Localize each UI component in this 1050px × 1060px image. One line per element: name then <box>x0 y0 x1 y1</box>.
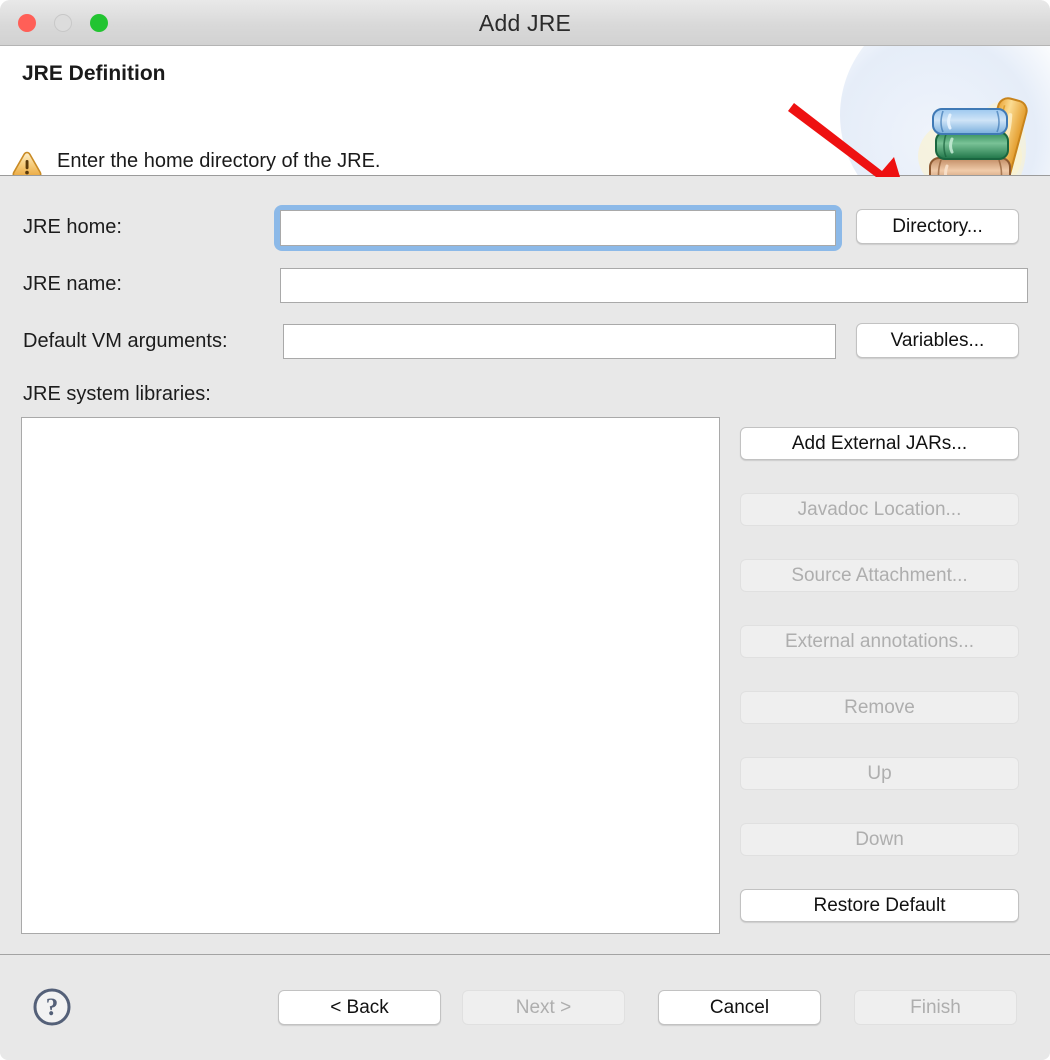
back-button[interactable]: < Back <box>278 990 441 1025</box>
page-title: JRE Definition <box>22 62 166 85</box>
jre-home-input[interactable] <box>280 210 836 246</box>
system-libraries-list[interactable] <box>21 417 720 934</box>
svg-text:?: ? <box>46 994 59 1021</box>
question-mark-icon[interactable]: ? <box>32 987 72 1032</box>
window-title: Add JRE <box>478 10 572 36</box>
jre-name-input[interactable] <box>280 268 1028 303</box>
cancel-button[interactable]: Cancel <box>658 990 821 1025</box>
move-down-button: Down <box>740 823 1019 856</box>
header-message: Enter the home directory of the JRE. <box>57 150 381 172</box>
books-icon <box>914 90 1038 175</box>
remove-button: Remove <box>740 691 1019 724</box>
move-up-button: Up <box>740 757 1019 790</box>
next-button: Next > <box>462 990 625 1025</box>
jre-name-label: JRE name: <box>23 273 122 295</box>
add-jre-dialog: Add JRE JRE Definition Enter the home di… <box>0 0 1050 1060</box>
vm-arguments-label: Default VM arguments: <box>23 330 228 352</box>
source-attachment-button: Source Attachment... <box>740 559 1019 592</box>
restore-default-button[interactable]: Restore Default <box>740 889 1019 922</box>
window-titlebar: Add JRE <box>0 0 1050 46</box>
vm-arguments-input[interactable] <box>283 324 836 359</box>
directory-button[interactable]: Directory... <box>856 209 1019 244</box>
dialog-header: JRE Definition Enter the home directory … <box>0 46 1050 176</box>
variables-button[interactable]: Variables... <box>856 323 1019 358</box>
finish-button: Finish <box>854 990 1017 1025</box>
warning-icon <box>11 150 43 175</box>
external-annotations-button: External annotations... <box>740 625 1019 658</box>
add-external-jars-button[interactable]: Add External JARs... <box>740 427 1019 460</box>
system-libraries-label: JRE system libraries: <box>23 383 211 405</box>
javadoc-location-button: Javadoc Location... <box>740 493 1019 526</box>
jre-home-label: JRE home: <box>23 216 122 238</box>
